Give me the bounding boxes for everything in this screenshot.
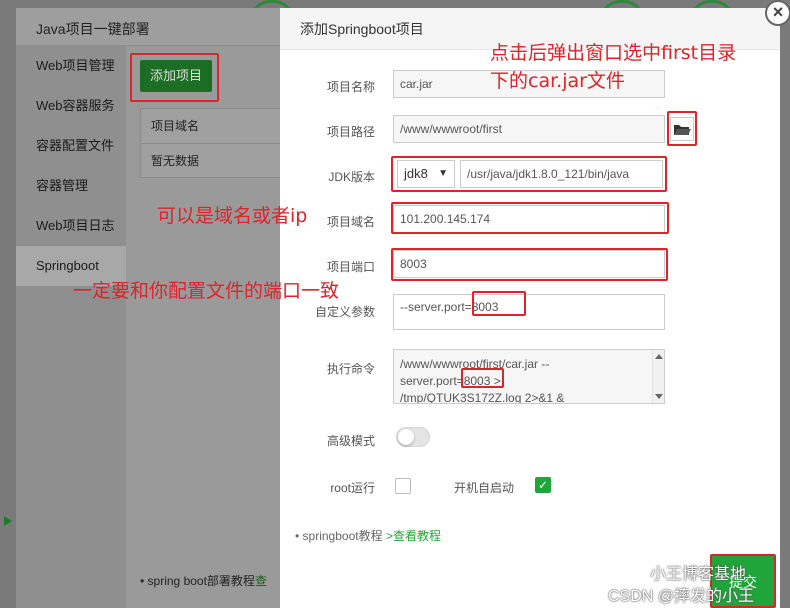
advanced-mode-toggle[interactable] (396, 427, 430, 447)
sidebar-item-web-container[interactable]: Web容器服务 (16, 86, 126, 126)
jdk-select-value: jdk8 (404, 166, 428, 181)
tutorial-link[interactable]: >查看教程 (386, 529, 441, 543)
background-sidebar: Web项目管理 Web容器服务 容器配置文件 容器管理 Web项目日志 Spri… (16, 46, 126, 608)
exec-command-textarea[interactable]: /www/wwwroot/first/car.jar -- server.por… (393, 349, 665, 404)
tutorial-line: • springboot教程 >查看教程 (295, 527, 441, 544)
jdk-path-input[interactable]: /usr/java/jdk1.8.0_121/bin/java (460, 160, 663, 188)
label-jdk-version: JDK版本 (328, 170, 375, 184)
check-icon: ✓ (537, 478, 549, 492)
label-custom-params: 自定义参数 (314, 305, 375, 319)
cmd-line3: /tmp/QTUK3S172Z.log 2>&1 & (400, 391, 565, 404)
sidebar-item-web-project[interactable]: Web项目管理 (16, 46, 126, 86)
watermark-blog: 小王博客基地 (650, 566, 747, 583)
sidebar-item-container-config[interactable]: 容器配置文件 (16, 126, 126, 166)
scroll-up-icon[interactable] (655, 354, 663, 359)
cmd-line2-prefix: server.port= (400, 374, 464, 388)
autostart-checkbox[interactable]: ✓ (535, 477, 551, 493)
annotation-top-right-line1: 点击后弹出窗口选中first目录 (490, 42, 737, 64)
cmd-scrollbar[interactable] (652, 350, 664, 403)
close-icon[interactable]: × (765, 0, 790, 26)
footer-text: spring boot部署教程 (147, 574, 255, 588)
label-advanced-mode: 高级模式 (326, 434, 375, 448)
project-domain-input[interactable]: 101.200.145.174 (393, 205, 665, 233)
chevron-down-icon: ▼ (438, 168, 448, 179)
project-table: 项目域名 暂无数据 (140, 108, 290, 178)
custom-params-textarea[interactable]: --server.port=8003 (393, 294, 665, 330)
params-prefix: --server.port= (400, 300, 472, 314)
tutorial-bullet: • (295, 529, 303, 543)
add-project-button[interactable]: 添加项目 (140, 60, 212, 92)
root-run-checkbox[interactable] (395, 478, 411, 494)
toggle-knob (398, 429, 414, 445)
params-port: 8003 (471, 300, 499, 314)
label-project-port: 项目端口 (326, 260, 375, 274)
folder-picker-button[interactable] (670, 117, 694, 141)
folder-open-icon (674, 125, 691, 135)
cmd-line2: server.port=8003 > (400, 373, 658, 390)
jdk-version-select[interactable]: jdk8 ▼ (397, 160, 455, 188)
label-autostart: 开机自启动 (454, 481, 515, 495)
cmd-line2-port: 8003 (463, 374, 491, 388)
label-project-path: 项目路径 (326, 125, 375, 139)
tutorial-text: springboot教程 (302, 529, 383, 543)
watermark-csdn: CSDN @摔发的小王 (608, 588, 755, 605)
background-footer: • spring boot部署教程查 (140, 572, 267, 589)
annotation-domain-note: 可以是域名或者ip (157, 205, 308, 227)
play-icon (4, 516, 12, 526)
table-empty-text: 暂无数据 (151, 154, 200, 168)
background-title: Java项目一键部署 (16, 8, 316, 46)
project-path-input[interactable]: /www/wwwroot/first (393, 115, 665, 143)
scroll-down-icon[interactable] (655, 394, 663, 399)
sidebar-item-web-log[interactable]: Web项目日志 (16, 206, 126, 246)
sidebar-item-container-manage[interactable]: 容器管理 (16, 166, 126, 206)
table-header-domain: 项目域名 (141, 109, 289, 144)
wechat-icon (624, 566, 642, 580)
annotation-port-note: 一定要和你配置文件的端口一致 (73, 280, 340, 302)
label-exec-command: 执行命令 (326, 362, 375, 376)
annotation-top-right-line2: 下的car.jar文件 (490, 70, 625, 92)
project-port-input[interactable]: 8003 (393, 250, 665, 278)
footer-bullet: • (140, 574, 148, 588)
cmd-line1: /www/wwwroot/first/car.jar -- (400, 357, 550, 371)
cmd-line2-suffix: > (490, 374, 501, 388)
label-root-run: root运行 (330, 481, 375, 495)
label-project-name: 项目名称 (326, 80, 375, 94)
footer-link[interactable]: 查 (255, 574, 267, 588)
